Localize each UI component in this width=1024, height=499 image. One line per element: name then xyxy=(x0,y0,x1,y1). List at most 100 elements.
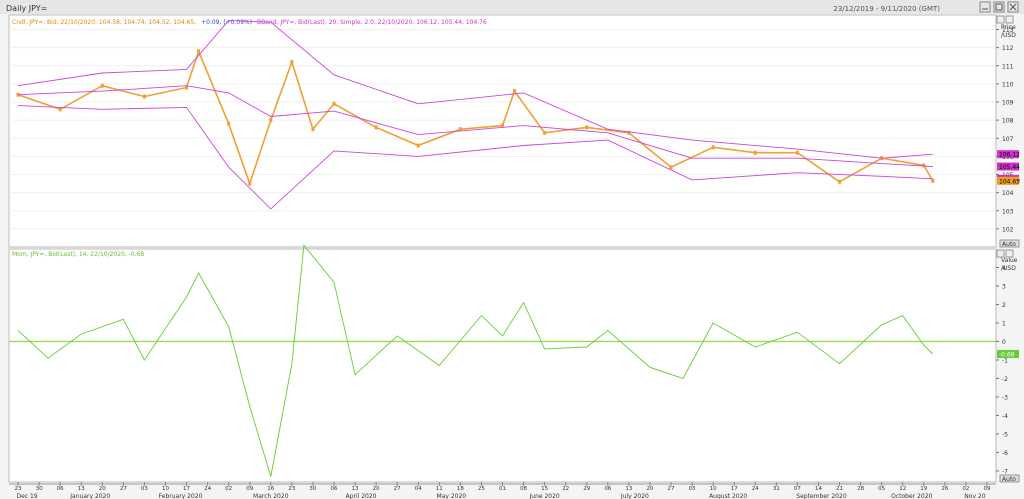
x-month-label: Dec 19 xyxy=(16,493,37,499)
price-legend: Cndl, JPY=, Bid, 22/10/2020, 104.58, 104… xyxy=(12,19,487,26)
price-last-value-text: 105.44 xyxy=(999,164,1020,171)
momentum-tick-label: -3 xyxy=(1002,394,1008,401)
price-tick-label: 109 xyxy=(1002,100,1014,107)
price-candle xyxy=(248,181,252,186)
momentum-legend: Mom, JPY=, Bid(Last), 14, 22/10/2020, -0… xyxy=(12,251,144,258)
x-month-label: June 2020 xyxy=(529,493,560,499)
x-day-label: 27 xyxy=(668,486,675,492)
price-candle xyxy=(227,121,231,126)
momentum-tick-label: 0 xyxy=(1002,339,1006,346)
price-tick-label: 107 xyxy=(1002,136,1014,143)
x-day-label: 06 xyxy=(604,486,611,492)
price-tick-label: 112 xyxy=(1002,45,1014,52)
x-day-label: 25 xyxy=(478,486,485,492)
x-day-label: 01 xyxy=(499,486,506,492)
bband-legend: BBand, JPY=, Bid(Last), 20, Simple, 2.0,… xyxy=(257,19,487,26)
x-day-label: 20 xyxy=(373,486,380,492)
price-tick-label: 113 xyxy=(1002,27,1014,34)
x-day-label: 19 xyxy=(920,486,927,492)
momentum-panel-close-button[interactable] xyxy=(1005,249,1014,258)
x-day-label: 12 xyxy=(899,486,906,492)
momentum-tick-label: -2 xyxy=(1002,376,1008,383)
price-candle xyxy=(374,125,378,130)
price-candle xyxy=(931,178,935,183)
x-month-label: July 2020 xyxy=(620,493,649,499)
price-tick-label: 104 xyxy=(1002,190,1014,197)
momentum-tick-label: 2 xyxy=(1002,302,1006,309)
price-candle xyxy=(269,118,273,123)
momentum-tick-label: -7 xyxy=(1002,468,1008,475)
x-day-label: 05 xyxy=(878,486,885,492)
x-month-label: May 2020 xyxy=(437,493,467,499)
date-range-label: 23/12/2019 - 9/11/2020 (GMT) xyxy=(833,5,940,13)
price-candle xyxy=(100,83,104,88)
price-candle xyxy=(513,89,517,94)
price-candle xyxy=(922,163,926,168)
candle-legend: Cndl, JPY=, Bid, 22/10/2020, 104.58, 104… xyxy=(12,19,196,26)
momentum-plot-area xyxy=(8,248,997,483)
price-panel-collapse-button[interactable] xyxy=(996,15,1005,24)
price-candle xyxy=(543,130,547,135)
price-tick-label: 110 xyxy=(1002,81,1014,88)
price-candle xyxy=(669,165,673,170)
x-day-label: 18 xyxy=(457,486,464,492)
momentum-axis-title: Value xyxy=(1001,257,1018,264)
x-day-label: 26 xyxy=(941,486,948,492)
x-day-label: 17 xyxy=(183,486,190,492)
price-auto-label: Auto xyxy=(1002,241,1016,248)
price-candle xyxy=(711,145,715,150)
price-candle xyxy=(332,101,336,106)
x-day-label: 30 xyxy=(309,486,316,492)
x-month-label: January 2020 xyxy=(69,493,110,499)
x-day-label: 04 xyxy=(415,486,422,492)
x-day-label: 16 xyxy=(267,486,274,492)
x-day-label: 20 xyxy=(646,486,653,492)
x-day-label: 20 xyxy=(99,486,106,492)
x-day-label: 13 xyxy=(78,486,85,492)
price-auto-scale-button[interactable]: Auto xyxy=(999,239,1020,248)
window-title: Daily JPY= xyxy=(6,4,47,13)
x-day-label: 08 xyxy=(520,486,527,492)
x-day-label: 10 xyxy=(162,486,169,492)
x-day-label: 02 xyxy=(225,486,232,492)
x-day-label: 24 xyxy=(752,486,759,492)
x-day-label: 23 xyxy=(288,486,295,492)
x-day-label: 13 xyxy=(625,486,632,492)
x-day-label: 21 xyxy=(836,486,843,492)
price-candle xyxy=(197,49,201,54)
price-tick-label: 111 xyxy=(1002,63,1014,70)
x-month-label: Nov 20 xyxy=(964,493,985,499)
x-day-label: 03 xyxy=(141,486,148,492)
price-tick-label: 103 xyxy=(1002,208,1014,215)
x-day-label: 10 xyxy=(710,486,717,492)
x-month-label: February 2020 xyxy=(159,493,203,499)
x-day-label: 27 xyxy=(120,486,127,492)
momentum-tick-label: 1 xyxy=(1002,320,1006,327)
momentum-tick-label: 3 xyxy=(1002,283,1006,290)
x-day-label: 28 xyxy=(857,486,864,492)
momentum-auto-scale-button[interactable]: Auto xyxy=(999,474,1020,483)
x-month-label: March 2020 xyxy=(253,493,289,499)
x-day-label: 17 xyxy=(731,486,738,492)
x-month-label: September 2020 xyxy=(796,493,847,499)
momentum-tick-label: -6 xyxy=(1002,450,1008,457)
price-last-value-text: 106.12 xyxy=(999,152,1020,159)
x-day-label: 24 xyxy=(204,486,211,492)
price-panel-close-button[interactable] xyxy=(1005,15,1014,24)
momentum-last-value-text: -0.68 xyxy=(999,352,1015,359)
x-day-label: 22 xyxy=(562,486,569,492)
x-day-label: 29 xyxy=(583,486,590,492)
price-last-value-text: 104.65 xyxy=(999,178,1020,185)
price-candle xyxy=(142,94,146,99)
momentum-tick-label: -4 xyxy=(1002,413,1008,420)
price-candle xyxy=(290,60,294,65)
x-day-label: 27 xyxy=(394,486,401,492)
x-day-label: 13 xyxy=(352,486,359,492)
x-month-label: October 2020 xyxy=(891,493,932,499)
x-day-label: 11 xyxy=(436,486,443,492)
x-day-label: 07 xyxy=(794,486,801,492)
price-plot-area xyxy=(8,14,997,248)
momentum-panel-collapse-button[interactable] xyxy=(996,249,1005,258)
x-day-label: 02 xyxy=(962,486,969,492)
momentum-auto-label: Auto xyxy=(1002,476,1016,483)
